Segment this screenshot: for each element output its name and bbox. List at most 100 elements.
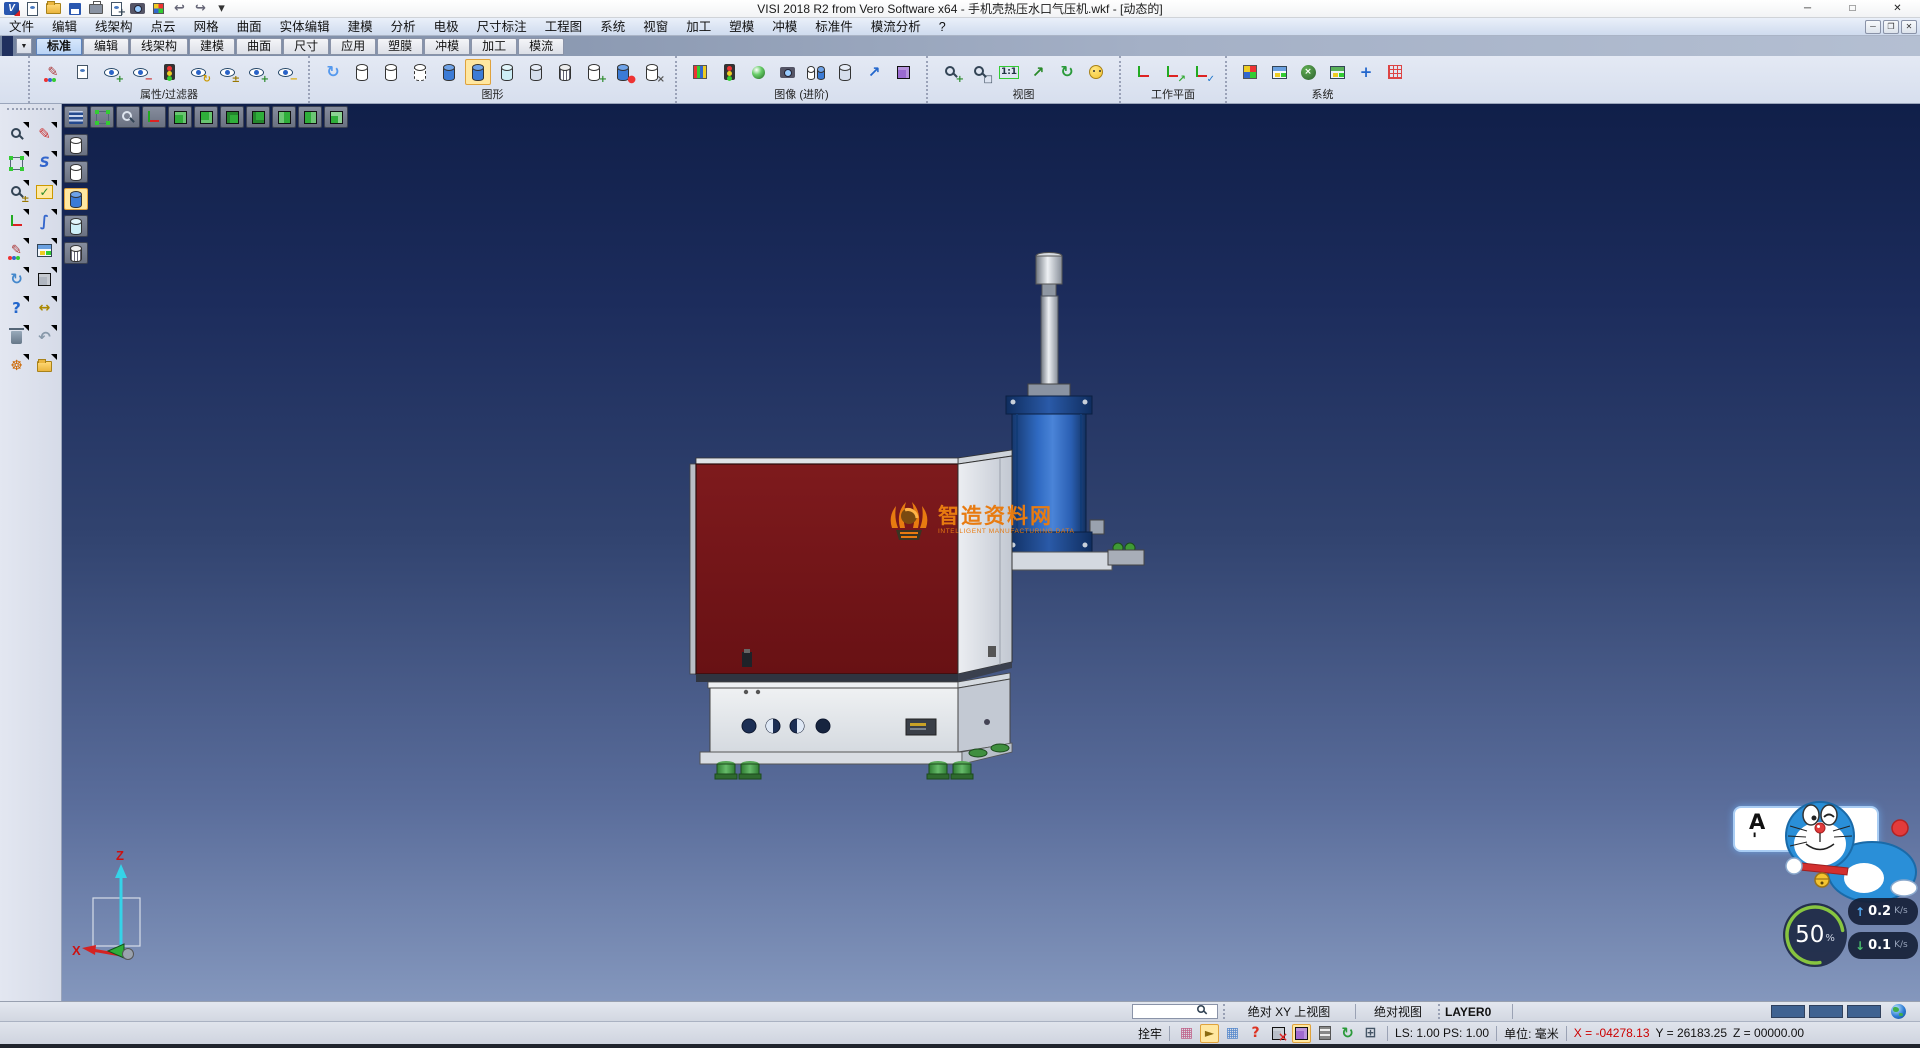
eye-minus-icon[interactable]: − (272, 59, 298, 85)
cylinder-wireframe-icon[interactable] (349, 59, 375, 85)
close-button[interactable]: ✕ (1875, 0, 1920, 18)
layers-stack-icon[interactable] (1315, 1024, 1334, 1043)
snap-grid-icon[interactable]: ▦ (1223, 1024, 1242, 1043)
workplane-align-icon[interactable]: ↗ (1160, 59, 1186, 85)
triad-icon[interactable] (142, 106, 166, 128)
active-layer-label[interactable]: LAYER0 (1445, 1005, 1505, 1019)
tab-尺寸[interactable]: 尺寸 (283, 38, 329, 55)
zoom-dynamic-icon[interactable]: ± (4, 179, 30, 205)
camera-icon[interactable] (774, 59, 800, 85)
cylinder-shaded-edges-icon[interactable] (465, 59, 491, 85)
tab-曲面[interactable]: 曲面 (236, 38, 282, 55)
cube-left-icon[interactable] (272, 106, 296, 128)
cylinder-transparent-icon[interactable] (494, 59, 520, 85)
menu-item-塑模[interactable]: 塑模 (720, 18, 763, 36)
globe-icon[interactable] (1891, 1004, 1906, 1019)
cylinder-material-icon[interactable]: ● (610, 59, 636, 85)
grid-settings-icon[interactable] (1382, 59, 1408, 85)
cube-front-icon[interactable] (220, 106, 244, 128)
render-traffic-light-icon[interactable] (716, 59, 742, 85)
view-mode-label[interactable]: 绝对视图 (1363, 1003, 1433, 1020)
render-arrow-icon[interactable]: ↗ (861, 59, 887, 85)
workplane-axis-icon[interactable] (1131, 59, 1157, 85)
regen-icon[interactable]: ↻ (4, 266, 30, 292)
color-swatch-1[interactable] (1809, 1005, 1843, 1018)
view-refresh-icon[interactable]: ↻ (1054, 59, 1080, 85)
redo-small-icon[interactable]: ↪ (191, 0, 210, 18)
cylinder-quality-icon[interactable] (832, 59, 858, 85)
spline-edit-icon[interactable]: ∫ (32, 208, 58, 234)
cube-right-icon[interactable] (298, 106, 322, 128)
menu-item-文件[interactable]: 文件 (0, 18, 43, 36)
mdi-restore-button[interactable]: ❐ (1883, 20, 1899, 34)
menu-item-编辑[interactable]: 编辑 (43, 18, 86, 36)
tab-模流[interactable]: 模流 (518, 38, 564, 55)
menu-item-分析[interactable]: 分析 (382, 18, 425, 36)
tab-冲模[interactable]: 冲模 (424, 38, 470, 55)
edit-pencil-icon[interactable]: ✎ (32, 121, 58, 147)
toolbar-dropdown-button[interactable]: ▼ (16, 38, 32, 54)
units-readout[interactable]: 单位: 毫米 (1504, 1025, 1559, 1042)
palette-small-icon[interactable] (149, 0, 168, 18)
mdi-close-button[interactable]: ✕ (1901, 20, 1917, 34)
render-sphere-icon[interactable] (745, 59, 771, 85)
snap-query-icon[interactable]: ? (1246, 1024, 1265, 1043)
tab-标准[interactable]: 标准 (36, 38, 82, 55)
zoom-view-icon[interactable] (116, 106, 140, 128)
maximize-button[interactable]: □ (1830, 0, 1875, 18)
cylinder-shaded-icon[interactable] (436, 59, 462, 85)
display-hidden-icon[interactable] (64, 161, 88, 183)
zoom-arrow-icon[interactable]: ↗ (1025, 59, 1051, 85)
minimize-button[interactable]: ─ (1785, 0, 1830, 18)
view-face-icon[interactable] (1083, 59, 1109, 85)
attributes-brush-icon[interactable]: ✎ (40, 59, 66, 85)
preview-document-icon[interactable] (69, 59, 95, 85)
menu-item-实体编辑[interactable]: 实体编辑 (271, 18, 339, 36)
cylinders-compare-icon[interactable] (803, 59, 829, 85)
cylinder-dashed-icon[interactable] (407, 59, 433, 85)
color-swatch-2[interactable] (1847, 1005, 1881, 1018)
frame-select-icon[interactable] (4, 150, 30, 176)
cylinder-hatched-icon[interactable] (552, 59, 578, 85)
snap-solid-icon[interactable] (1292, 1024, 1311, 1043)
menu-item-电极[interactable]: 电极 (425, 18, 468, 36)
zoom-one-to-one-icon[interactable]: 1:1 (996, 59, 1022, 85)
zoom-window-icon[interactable]: □ (967, 59, 993, 85)
graphics-settings-icon[interactable]: × (639, 59, 665, 85)
undo-small-icon[interactable]: ↩ (170, 0, 189, 18)
tab-建模[interactable]: 建模 (189, 38, 235, 55)
3d-viewport[interactable]: 智造资料网 INTELLIGENT MANUFACTURING DATA Z X… (62, 104, 1920, 1001)
validate-check-icon[interactable]: ✓ (32, 179, 58, 205)
color-swatch-0[interactable] (1771, 1005, 1805, 1018)
view-menu-icon[interactable] (64, 106, 88, 128)
menu-item-网格[interactable]: 网格 (185, 18, 228, 36)
zoom-all-icon[interactable]: + (938, 59, 964, 85)
display-hatched-icon[interactable] (64, 242, 88, 264)
menu-item-点云[interactable]: 点云 (142, 18, 185, 36)
delete-icon[interactable] (4, 324, 30, 350)
measure-icon[interactable]: ↔ (32, 295, 58, 321)
menu-item-系统[interactable]: 系统 (591, 18, 634, 36)
cylinder-section-icon[interactable]: + (581, 59, 607, 85)
menu-item-曲面[interactable]: 曲面 (228, 18, 271, 36)
menu-item-加工[interactable]: 加工 (677, 18, 720, 36)
split-view-icon[interactable]: ⊞ (1361, 1024, 1380, 1043)
layer-manager-icon[interactable] (1324, 59, 1350, 85)
solid-cube-icon[interactable] (32, 266, 58, 292)
lock-label[interactable]: 拴牢 (1138, 1025, 1162, 1042)
filter-traffic-light-icon[interactable] (156, 59, 182, 85)
cube-back-icon[interactable] (246, 106, 270, 128)
toolbar-options-icon[interactable]: ▾ (212, 0, 231, 18)
color-palette-icon[interactable] (1237, 59, 1263, 85)
undo-icon[interactable]: ↶ (32, 324, 58, 350)
tab-线架构[interactable]: 线架构 (130, 38, 188, 55)
zoom-select-icon[interactable] (4, 121, 30, 147)
lock-grid-icon[interactable]: ▦ (1177, 1024, 1196, 1043)
menu-item-标准件[interactable]: 标准件 (806, 18, 862, 36)
tab-应用[interactable]: 应用 (330, 38, 376, 55)
options-gear-icon[interactable]: × (1295, 59, 1321, 85)
cube-bottom-icon[interactable] (194, 106, 218, 128)
cube-top-icon[interactable] (168, 106, 192, 128)
snap-pointer-icon[interactable]: ► (1200, 1024, 1219, 1043)
paste-special-icon[interactable] (32, 353, 58, 379)
